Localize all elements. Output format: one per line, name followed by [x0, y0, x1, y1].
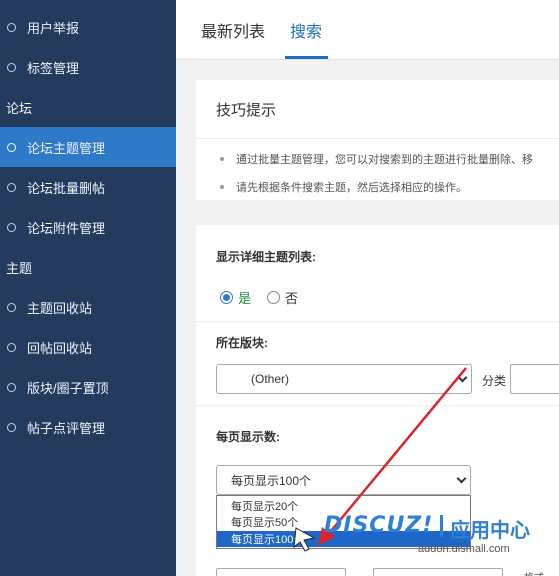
sidebar: 用户举报 标签管理 论坛 论坛主题管理 论坛批量删帖 论坛附件管理 主题 主题回… [0, 0, 176, 576]
sidebar-item-label: 版块/圈子置顶 [27, 380, 109, 396]
tips-title: 技巧提示 [216, 101, 277, 119]
watermark-logo: DISCUZ! [324, 513, 434, 538]
circle-bullet-icon [7, 302, 16, 312]
sidebar-item-forum-batch-delete[interactable]: 论坛批量删帖 [0, 167, 176, 207]
radio-yes[interactable]: 是 [220, 288, 251, 307]
top-tab-bar: 最新列表 搜索 [176, 0, 559, 60]
sidebar-item-label: 主题回收站 [27, 300, 93, 316]
per-page-label: 每页显示数: [216, 430, 280, 444]
input-field[interactable] [373, 568, 503, 576]
watermark: DISCUZ! 应用中心 addon.dismall.com [318, 513, 559, 563]
per-page-select[interactable]: 每页显示100个 [216, 465, 471, 495]
tab-search[interactable]: 搜索 [290, 0, 322, 60]
watermark-divider [440, 515, 443, 537]
circle-bullet-icon [7, 222, 16, 232]
sidebar-group-thread: 主题 [6, 260, 33, 276]
sidebar-group-forum: 论坛 [6, 100, 33, 116]
divider [196, 138, 559, 139]
sidebar-item-label: 论坛主题管理 [27, 140, 106, 156]
circle-bullet-icon [7, 142, 16, 152]
sidebar-item-post-comment-management[interactable]: 帖子点评管理 [0, 407, 176, 447]
bottom-fragment: 格式 [524, 569, 544, 576]
sidebar-item-forum-thread-management[interactable]: 论坛主题管理 [0, 127, 176, 167]
tab-latest-list[interactable]: 最新列表 [201, 0, 265, 60]
sidebar-item-label: 标签管理 [27, 60, 80, 76]
tip-line: 通过批量主题管理，您可以对搜索到的主题进行批量删除、移 [220, 151, 533, 167]
sidebar-item-reply-recycle[interactable]: 回帖回收站 [0, 327, 176, 367]
sidebar-item-label: 用户举报 [27, 20, 80, 36]
circle-bullet-icon [7, 22, 16, 32]
bullet-icon [220, 185, 224, 189]
show-detail-label: 显示详细主题列表: [216, 250, 316, 264]
bullet-icon [220, 157, 224, 161]
circle-bullet-icon [7, 182, 16, 192]
watermark-cn: 应用中心 [450, 520, 530, 542]
sidebar-item-label: 论坛批量删帖 [27, 180, 106, 196]
watermark-url: addon.dismall.com [418, 543, 510, 555]
forum-label: 所在版块: [216, 336, 268, 350]
circle-bullet-icon [7, 422, 16, 432]
sidebar-item-label: 帖子点评管理 [27, 420, 106, 436]
tips-panel: 技巧提示 通过批量主题管理，您可以对搜索到的主题进行批量删除、移 请先根据条件搜… [196, 80, 559, 200]
circle-bullet-icon [7, 382, 16, 392]
tip-line: 请先根据条件搜索主题，然后选择相应的操作。 [220, 179, 467, 195]
divider [196, 405, 559, 406]
circle-bullet-icon [7, 62, 16, 72]
sidebar-item-label: 回帖回收站 [27, 340, 93, 356]
chevron-down-icon [457, 372, 468, 383]
radio-no[interactable]: 否 [267, 288, 298, 307]
category-select[interactable] [510, 364, 559, 394]
dropdown-option[interactable]: 每页显示20个 [217, 498, 470, 514]
radio-unchecked-icon [267, 291, 280, 304]
sidebar-item-thread-recycle[interactable]: 主题回收站 [0, 287, 176, 327]
sidebar-item-forum-sticky[interactable]: 版块/圈子置顶 [0, 367, 176, 407]
sidebar-item-user-report[interactable]: 用户举报 [0, 7, 176, 47]
circle-bullet-icon [7, 342, 16, 352]
radio-checked-icon [220, 291, 233, 304]
category-label: 分类 [482, 374, 507, 388]
sidebar-item-forum-attachment-management[interactable]: 论坛附件管理 [0, 207, 176, 247]
sidebar-item-tag-management[interactable]: 标签管理 [0, 47, 176, 87]
active-tab-indicator [285, 56, 328, 59]
chevron-down-icon [456, 473, 467, 484]
sidebar-item-label: 论坛附件管理 [27, 220, 106, 236]
divider [196, 321, 559, 322]
forum-select[interactable]: (Other) [216, 364, 472, 394]
input-field[interactable] [216, 568, 346, 576]
